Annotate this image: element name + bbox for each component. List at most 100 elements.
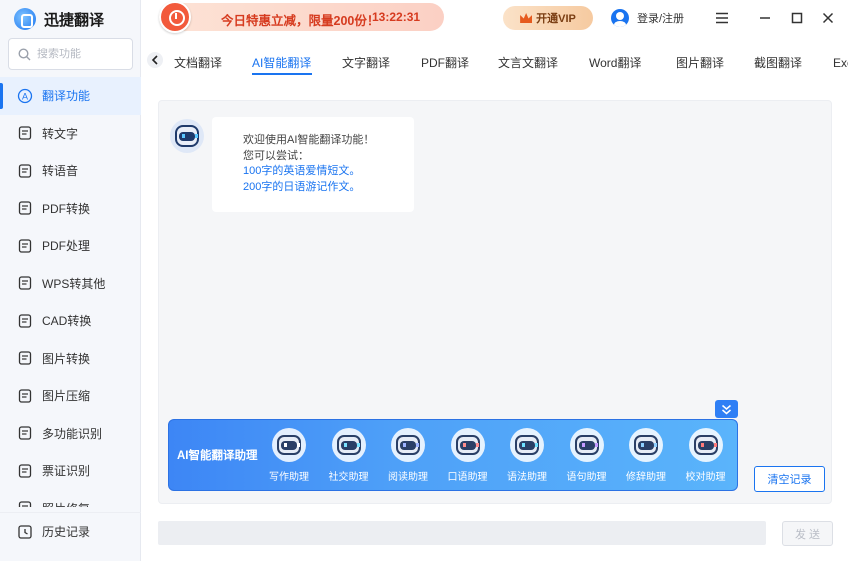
pdf-process-icon: [16, 237, 34, 255]
assistant-label: 口语助理: [447, 472, 488, 483]
sidebar: 迅捷翻译 A 翻译功能转文字转语音 PDF转换 PDF处理 WPS转其他 CAD转换图片转…: [0, 0, 141, 561]
assistant-label: 社交助理: [328, 472, 369, 483]
bot-avatar: [170, 119, 204, 153]
sidebar-item-history[interactable]: 历史记录: [0, 512, 141, 550]
tab-bar: 文档翻译 AI智能翻译 文字翻译 PDF翻译 文言文翻译 Word翻译 图片翻译 截图翻译 Ex…: [141, 42, 848, 82]
history-icon: [16, 523, 34, 541]
history-label: 历史记录: [42, 525, 91, 539]
assistant-avatar: [629, 428, 663, 462]
login-label: 登录/注册: [637, 13, 685, 25]
assistant-label: 语法助理: [507, 472, 547, 483]
send-button[interactable]: 发 送: [782, 521, 833, 546]
image-compress-icon: [16, 387, 34, 405]
assistant-label: 校对助理: [685, 472, 726, 483]
assistant-1[interactable]: 社交助理: [327, 428, 371, 483]
pdf-convert-icon: [16, 199, 34, 217]
wps-icon: [16, 274, 34, 292]
cad-icon: [16, 312, 34, 330]
collapse-assistants-button[interactable]: [715, 400, 738, 418]
search-input[interactable]: [37, 48, 117, 60]
sidebar-item-label: 照片修复: [42, 500, 90, 507]
promo-banner[interactable]: 今日特惠立减，限量200份！ 13:22:31: [159, 1, 444, 33]
sidebar-item-recognize[interactable]: 多功能识别: [0, 415, 141, 453]
assistant-avatar: [510, 428, 544, 462]
alarm-clock-icon: [159, 1, 191, 33]
sidebar-item-wps[interactable]: WPS转其他: [0, 265, 141, 303]
assistant-bar: AI智能翻译助理 写作助理 社交助理 阅读助理 口语助理 语法助理 语句助理 修辞助理 校对助…: [168, 419, 738, 491]
promo-countdown: 13:22:31: [372, 10, 421, 24]
minimize-button[interactable]: [755, 8, 775, 28]
tab-3[interactable]: PDF翻译: [421, 54, 469, 71]
tab-8[interactable]: Excel翻译: [833, 54, 848, 71]
sidebar-item-voice[interactable]: 转语音: [0, 152, 141, 190]
assistant-0[interactable]: 写作助理: [267, 428, 311, 483]
login-button[interactable]: 登录/注册: [611, 8, 684, 28]
robot-icon: [396, 435, 420, 455]
assistant-5[interactable]: 语句助理: [565, 428, 609, 483]
assistant-avatar: [331, 428, 366, 462]
assistant-avatar: [569, 428, 604, 462]
sidebar-item-translate[interactable]: A 翻译功能: [0, 77, 141, 115]
promo-text: 今日特惠立减，限量200份！: [221, 14, 380, 28]
chevron-left-icon: [151, 55, 158, 65]
sidebar-item-label: PDF转换: [42, 201, 91, 216]
assistant-3[interactable]: 口语助理: [446, 428, 490, 483]
tab-6[interactable]: 图片翻译: [676, 54, 724, 71]
assistant-avatar: [391, 428, 425, 462]
menu-icon: [716, 12, 728, 24]
sidebar-item-pdf-convert[interactable]: PDF转换: [0, 190, 141, 228]
sidebar-item-label: 翻译功能: [42, 89, 91, 104]
vip-label: 开通VIP: [536, 13, 576, 25]
sidebar-item-text-convert[interactable]: 转文字: [0, 115, 141, 153]
search-icon: [18, 47, 31, 60]
assistant-bar-title: AI智能翻译助理: [177, 450, 258, 462]
tab-4[interactable]: 文言文翻译: [498, 54, 558, 71]
sidebar-item-image-convert[interactable]: 图片转换: [0, 340, 141, 378]
logo-icon: [14, 8, 36, 30]
suggestion-link[interactable]: 100字的英语爱情短文。: [243, 164, 414, 180]
welcome-message: 欢迎使用AI智能翻译功能！ 您可以尝试： 100字的英语爱情短文。 200字的日…: [212, 117, 414, 212]
assistant-4[interactable]: 语法助理: [505, 428, 549, 483]
robot-icon: [515, 435, 539, 455]
assistant-7[interactable]: 校对助理: [684, 428, 728, 483]
sidebar-item-cad[interactable]: CAD转换: [0, 302, 141, 340]
sidebar-item-photo[interactable]: 照片修复: [0, 490, 141, 507]
robot-icon: [336, 435, 361, 455]
menu-button[interactable]: [712, 8, 732, 28]
sidebar-item-label: WPS转其他: [42, 276, 106, 291]
crown-icon: [520, 13, 533, 23]
assistant-2[interactable]: 阅读助理: [386, 428, 430, 483]
assistant-label: 语句助理: [566, 472, 607, 483]
tab-2[interactable]: 文字翻译: [342, 54, 390, 71]
sidebar-item-pdf-process[interactable]: PDF处理: [0, 227, 141, 265]
tab-0[interactable]: 文档翻译: [174, 54, 222, 71]
assistant-6[interactable]: 修辞助理: [624, 428, 668, 483]
sidebar-item-ticket[interactable]: 票证识别: [0, 452, 141, 490]
sidebar-item-image-compress[interactable]: 图片压缩: [0, 377, 141, 415]
tab-scroll-left[interactable]: [147, 52, 163, 68]
robot-icon: [693, 435, 718, 455]
voice-icon: [16, 162, 34, 180]
svg-text:A: A: [22, 91, 28, 101]
tab-7[interactable]: 截图翻译: [754, 54, 802, 71]
maximize-button[interactable]: [787, 8, 807, 28]
close-icon: [822, 12, 834, 24]
sidebar-item-label: 转语音: [42, 164, 79, 179]
message-input[interactable]: [158, 521, 766, 545]
robot-icon: [634, 435, 658, 455]
assistant-label: 修辞助理: [626, 472, 666, 483]
robot-icon: [574, 435, 599, 455]
assistant-label: 写作助理: [269, 472, 309, 483]
assistant-avatar: [272, 428, 306, 462]
vip-button[interactable]: 开通VIP: [503, 6, 593, 30]
sidebar-item-label: CAD转换: [42, 314, 92, 329]
text-convert-icon: [16, 124, 34, 142]
photo-icon: [16, 499, 34, 507]
tab-5[interactable]: Word翻译: [589, 54, 641, 71]
clear-history-button[interactable]: 清空记录: [754, 466, 825, 492]
search-box[interactable]: [8, 38, 133, 70]
assistant-avatar: [450, 428, 485, 462]
suggestion-link[interactable]: 200字的日语游记作文。: [243, 180, 414, 196]
tab-1[interactable]: AI智能翻译: [251, 54, 313, 75]
close-button[interactable]: [818, 8, 838, 28]
